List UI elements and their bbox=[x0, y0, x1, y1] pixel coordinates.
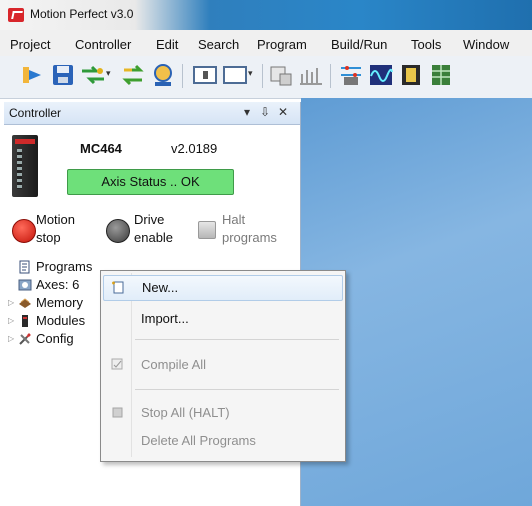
motion-stop-icon bbox=[12, 219, 36, 243]
menu-program[interactable]: Program bbox=[257, 37, 307, 52]
window-title: Motion Perfect v3.0 bbox=[30, 7, 134, 21]
memory-icon bbox=[19, 298, 31, 308]
connect-icon[interactable] bbox=[80, 62, 106, 88]
menu-project[interactable]: Project bbox=[10, 37, 50, 52]
menu-bar: Project Controller Edit Search Program B… bbox=[0, 30, 532, 56]
options-icon[interactable] bbox=[150, 62, 176, 88]
open-project-icon[interactable] bbox=[20, 62, 46, 88]
menu-controller[interactable]: Controller bbox=[75, 37, 131, 52]
menu-item-label: New... bbox=[142, 280, 179, 295]
pin-icon[interactable]: ⇩ bbox=[260, 105, 270, 119]
tree-item-label: Config bbox=[36, 331, 74, 346]
config-icon bbox=[19, 333, 31, 345]
controller-version: v2.0189 bbox=[171, 141, 218, 156]
window-dropdown-icon[interactable]: ▾ bbox=[248, 68, 258, 78]
menu-item-compile-all[interactable]: Compile All bbox=[103, 353, 341, 377]
panel-menu-icon[interactable]: ▾ bbox=[244, 105, 250, 119]
title-bar: Motion Perfect v3.0 bbox=[0, 0, 532, 30]
toolbar-separator bbox=[262, 64, 263, 88]
expand-icon[interactable]: ▷ bbox=[8, 298, 14, 307]
terminal-icon[interactable] bbox=[192, 62, 218, 88]
app-logo-icon bbox=[8, 8, 24, 22]
tree-item-label: Axes: 6 bbox=[36, 277, 80, 292]
halt-programs-button[interactable]: Halt programs bbox=[198, 211, 294, 251]
programs-icon bbox=[19, 260, 30, 274]
menu-tools[interactable]: Tools bbox=[411, 37, 441, 52]
axis-parameters-icon[interactable] bbox=[338, 62, 364, 88]
panel-header: Controller ▾ ⇩ ✕ bbox=[4, 102, 300, 125]
motion-stop-label: Motion stop bbox=[36, 212, 76, 245]
stop-all-icon bbox=[112, 407, 123, 418]
window-icon[interactable] bbox=[222, 62, 248, 88]
toolbar: ▾ ▾ bbox=[0, 56, 532, 99]
io-icon[interactable] bbox=[298, 62, 324, 88]
motion-stop-button[interactable]: Motion stop bbox=[12, 211, 94, 251]
table-values-icon[interactable] bbox=[428, 62, 454, 88]
save-icon[interactable] bbox=[50, 62, 76, 88]
menu-build-run[interactable]: Build/Run bbox=[331, 37, 387, 52]
menu-item-delete-all-programs[interactable]: Delete All Programs bbox=[103, 429, 341, 453]
menu-edit[interactable]: Edit bbox=[156, 37, 178, 52]
menu-search[interactable]: Search bbox=[198, 37, 239, 52]
sync-icon[interactable] bbox=[120, 62, 146, 88]
tree-item-label: Memory bbox=[36, 295, 83, 310]
toolbar-separator bbox=[182, 64, 183, 88]
panel-title: Controller bbox=[9, 106, 62, 120]
programs-context-menu: New... Import... Compile All Stop All (H… bbox=[100, 270, 346, 462]
tree-item-label: Programs bbox=[36, 259, 93, 274]
toolbar-separator bbox=[330, 64, 331, 88]
menu-item-stop-all[interactable]: Stop All (HALT) bbox=[103, 401, 341, 425]
modules-icon bbox=[22, 315, 28, 327]
controller-name: MC464 bbox=[80, 141, 122, 156]
axes-icon bbox=[18, 279, 32, 291]
tree-item-label: Modules bbox=[36, 313, 86, 328]
expand-icon[interactable]: ▷ bbox=[8, 334, 14, 343]
compile-icon bbox=[111, 358, 123, 370]
halt-programs-icon bbox=[198, 221, 216, 239]
oscilloscope-icon[interactable] bbox=[368, 62, 394, 88]
menu-window[interactable]: Window bbox=[463, 37, 509, 52]
menu-separator bbox=[135, 389, 339, 390]
close-icon[interactable]: ✕ bbox=[278, 105, 288, 119]
drive-enable-button[interactable]: Drive enable bbox=[106, 211, 186, 251]
controller-device-image bbox=[12, 135, 38, 197]
menu-item-label: Stop All (HALT) bbox=[141, 405, 230, 420]
menu-item-label: Compile All bbox=[141, 357, 207, 372]
drive-enable-icon bbox=[106, 219, 130, 243]
program-tools-icon[interactable] bbox=[268, 62, 294, 88]
menu-item-label: Delete All Programs bbox=[141, 433, 256, 448]
new-file-icon bbox=[112, 281, 124, 294]
menu-separator bbox=[135, 339, 339, 340]
axis-status-indicator[interactable]: Axis Status .. OK bbox=[67, 169, 234, 195]
menu-item-import[interactable]: Import... bbox=[103, 307, 341, 331]
connect-dropdown-icon[interactable]: ▾ bbox=[106, 68, 116, 78]
drive-enable-label: Drive enable bbox=[134, 212, 174, 245]
menu-item-new[interactable]: New... bbox=[103, 275, 343, 301]
halt-programs-label: Halt programs bbox=[222, 212, 277, 245]
memory-icon[interactable] bbox=[398, 62, 424, 88]
expand-icon[interactable]: ▷ bbox=[8, 316, 14, 325]
menu-item-label: Import... bbox=[141, 311, 189, 326]
